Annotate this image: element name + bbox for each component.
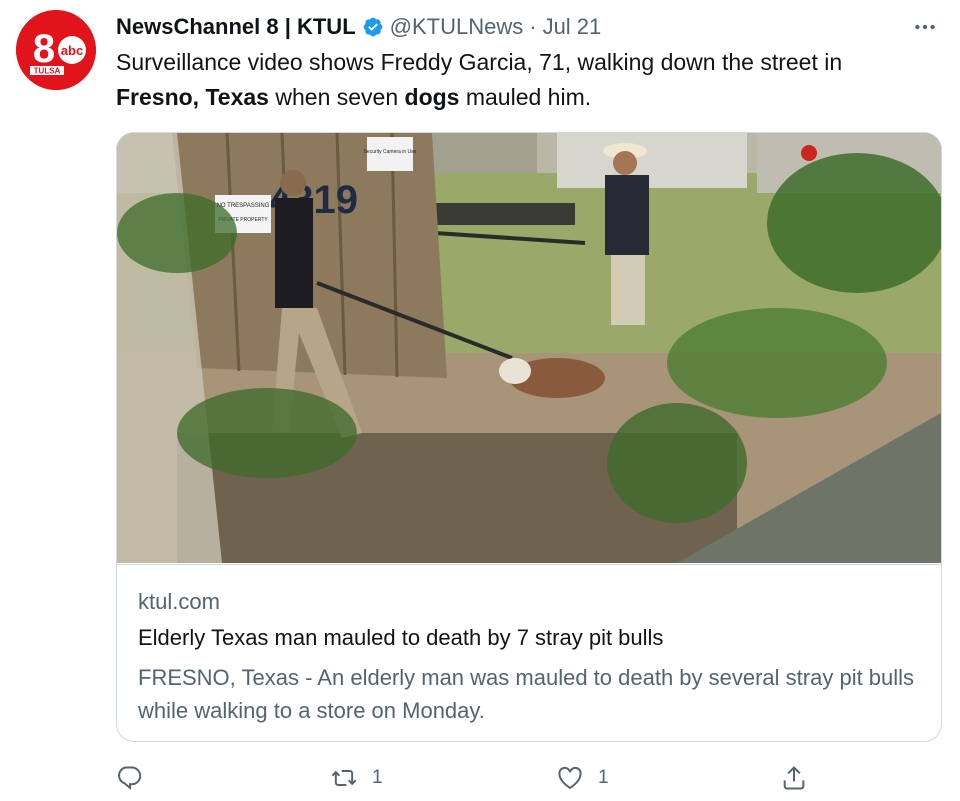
retweet-icon bbox=[331, 770, 357, 786]
card-domain: ktul.com bbox=[138, 589, 220, 614]
more-options-icon[interactable] bbox=[910, 12, 940, 42]
card-description: FRESNO, Texas - An elderly man was maule… bbox=[138, 665, 915, 723]
like-button[interactable]: 1 bbox=[556, 758, 609, 798]
card-body[interactable]: ktul.com Elderly Texas man mauled to dea… bbox=[117, 564, 941, 741]
like-count: 1 bbox=[598, 767, 609, 788]
retweet-button[interactable]: 1 bbox=[330, 758, 383, 798]
reply-icon bbox=[118, 766, 142, 791]
logo-number: 8 bbox=[33, 27, 55, 71]
share-button[interactable] bbox=[780, 758, 808, 798]
handle[interactable]: @KTULNews bbox=[390, 14, 524, 40]
tweet-text-dogs: dogs bbox=[404, 84, 460, 110]
logo-city: TULSA bbox=[34, 67, 61, 76]
verified-badge-icon bbox=[363, 17, 383, 37]
link-card[interactable]: 4319 Security Camera in Use NO TRESPASSI… bbox=[116, 132, 942, 742]
tweet-actions: 1 1 bbox=[116, 758, 940, 798]
tweet-text-middle: when seven bbox=[268, 84, 405, 110]
avatar[interactable]: 8 abc TULSA bbox=[16, 10, 96, 90]
tweet-text-location: Fresno, Texas bbox=[116, 84, 269, 110]
ktul-logo: 8 abc TULSA bbox=[16, 10, 96, 90]
card-image[interactable]: 4319 Security Camera in Use NO TRESPASSI… bbox=[117, 133, 941, 563]
retweet-count: 1 bbox=[372, 767, 383, 788]
share-icon bbox=[783, 766, 805, 790]
tweet-text: Surveillance video shows Freddy Garcia, … bbox=[116, 45, 936, 115]
reply-button[interactable] bbox=[116, 758, 144, 798]
surveillance-photo: 4319 Security Camera in Use NO TRESPASSI… bbox=[117, 133, 941, 563]
security-camera-sign: Security Camera in Use bbox=[364, 149, 417, 155]
timestamp[interactable]: Jul 21 bbox=[543, 14, 602, 40]
tweet-text-line1: Surveillance video shows Freddy Garcia, … bbox=[116, 49, 843, 75]
separator-dot: · bbox=[529, 14, 537, 39]
heart-icon bbox=[558, 766, 582, 790]
logo-abc: abc bbox=[61, 43, 83, 58]
card-title[interactable]: Elderly Texas man mauled to death by 7 s… bbox=[138, 625, 663, 651]
display-name[interactable]: NewsChannel 8 | KTUL bbox=[116, 14, 356, 40]
tweet-text-end: mauled him. bbox=[459, 84, 592, 110]
tweet-header: NewsChannel 8 | KTUL @KTULNews · Jul 21 bbox=[116, 12, 601, 42]
no-trespassing-sign: NO TRESPASSING bbox=[217, 203, 270, 209]
